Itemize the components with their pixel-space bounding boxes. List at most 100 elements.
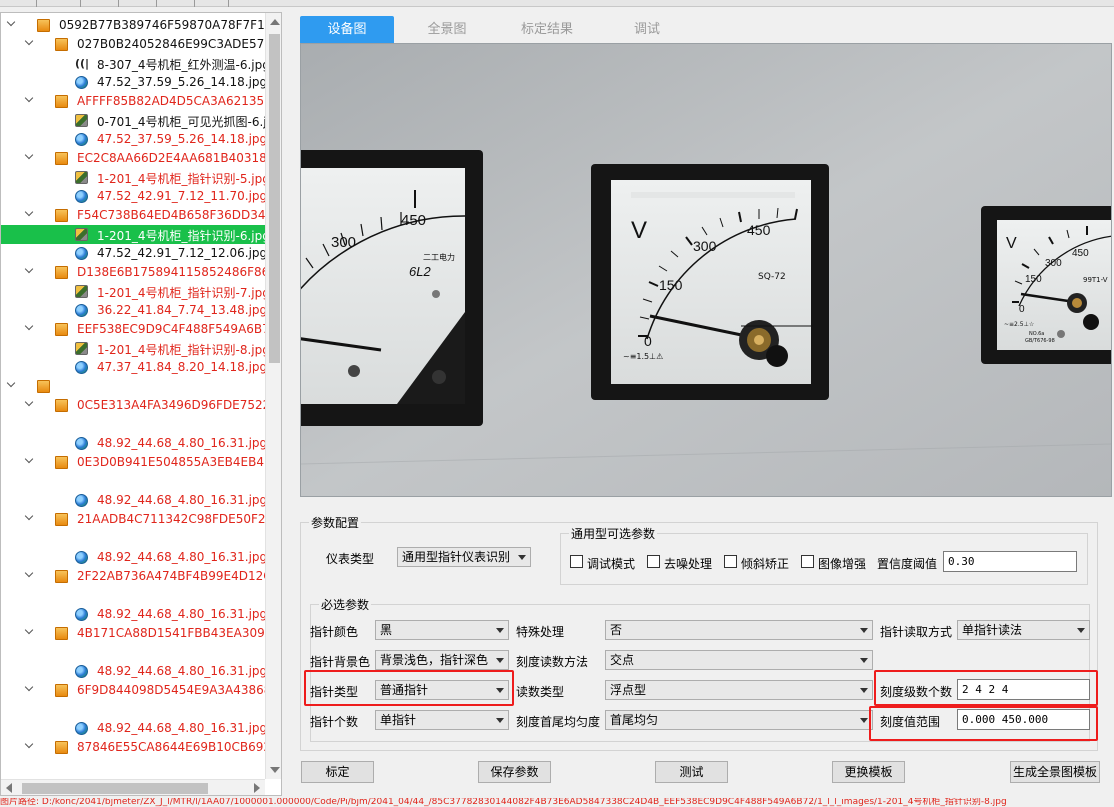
confidence-input[interactable] [943,551,1077,572]
tree-row[interactable]: 0C5E313A4FA3496D96FDE75228 [1,396,265,415]
scroll-up-icon[interactable] [270,19,280,25]
tree-row[interactable]: 47.37_41.84_8.20_14.18.jpg [1,358,265,377]
meter-type-select[interactable]: 通用型指针仪表识别 [397,547,531,567]
change-template-button[interactable]: 更换模板 [832,761,905,783]
tree-row[interactable]: 48.92_44.68_4.80_16.31.jpg [1,719,265,738]
bg-color-select[interactable]: 背景浅色，指针深色 [375,650,509,670]
tree-row[interactable]: 47.52_42.91_7.12_11.70.jpg [1,187,265,206]
scroll-thumb-horizontal[interactable] [22,783,208,794]
tree-row[interactable]: 36.22_41.84_7.74_13.48.jpg [1,301,265,320]
test-button[interactable]: 测试 [655,761,728,783]
tree-row[interactable]: 47.52_37.59_5.26_14.18.jpg [1,130,265,149]
tree-row[interactable]: 48.92_44.68_4.80_16.31.jpg [1,548,265,567]
tab-panorama[interactable]: 全景图 [400,16,494,43]
tree-row[interactable]: 48.92_44.68_4.80_16.31.jpg [1,491,265,510]
tree-row[interactable] [1,415,265,434]
reading-type-select[interactable]: 浮点型 [605,680,873,700]
globe-icon [75,722,88,735]
read-method-select[interactable]: 单指针读法 [957,620,1090,640]
chevron-down-icon [860,628,868,633]
tree-row[interactable]: 0-701_4号机柜_可见光抓图-6.jp [1,111,265,130]
right-meter-no: NO.6a [1029,331,1044,337]
tree-vertical-scrollbar[interactable] [265,13,281,779]
tree-row[interactable]: 6F9D844098D5454E9A3A438687 [1,681,265,700]
chevron-down-icon[interactable] [25,571,34,580]
tree-row[interactable] [1,586,265,605]
tree-row[interactable]: 21AADB4C711342C98FDE50F267 [1,510,265,529]
chevron-down-icon[interactable] [25,324,34,333]
tree-row[interactable]: 1-201_4号机柜_指针识别-5.jpg [1,168,265,187]
chevron-down-icon[interactable] [7,20,16,29]
denoise-checkbox[interactable] [647,555,660,568]
device-image-viewer[interactable]: 300 450 二工电力 6L2 V 0 150 300 450 SQ-72 ~… [300,43,1112,497]
tree-row[interactable]: 0592B77B389746F59870A78F7F1E21 [1,16,265,35]
tab-debug[interactable]: 调试 [600,16,694,43]
tree-row[interactable]: 87846E55CA8644E69B10CB692C [1,738,265,757]
chevron-down-icon[interactable] [25,514,34,523]
tree-row[interactable]: 48.92_44.68_4.80_16.31.jpg [1,434,265,453]
image-enhance-checkbox[interactable] [801,555,814,568]
image-enhance-label: 图像增强 [818,557,867,571]
scroll-left-icon[interactable] [6,783,12,793]
tab-calibration-result[interactable]: 标定结果 [500,16,594,43]
tree-row[interactable]: ((| 8-307_4号机柜_红外测温-6.jpg [1,54,265,73]
tab-device-image[interactable]: 设备图 [300,16,394,43]
tree-row[interactable]: F54C738B64ED4B658F36DD34D [1,206,265,225]
tree-row[interactable]: AFFFF85B82AD4D5CA3A62135DE [1,92,265,111]
tree-row[interactable]: 48.92_44.68_4.80_16.31.jpg [1,662,265,681]
tree-row-label: 1-201_4号机柜_指针识别-5.jpg [97,172,265,186]
chevron-down-icon[interactable] [25,742,34,751]
tree-row[interactable]: 0E3D0B941E504855A3EB4EB4DF [1,453,265,472]
special-process-select[interactable]: 否 [605,620,873,640]
tree-row[interactable] [1,472,265,491]
tree-row[interactable] [1,377,265,396]
tree-row[interactable] [1,529,265,548]
pointer-color-label: 指针颜色 [310,625,359,639]
tree-row[interactable]: 4B171CA88D1541FBB43EA309A5 [1,624,265,643]
save-params-button[interactable]: 保存参数 [478,761,551,783]
folder-icon [55,456,68,469]
chevron-down-icon[interactable] [25,39,34,48]
generate-panorama-template-button[interactable]: 生成全景图模板 [1010,761,1100,783]
chevron-down-icon[interactable] [25,96,34,105]
image-path-status: 图片路径: D:/konc/2041/bjmeter/ZX_J_l/MTR/l/… [0,798,1007,807]
chevron-down-icon[interactable] [25,153,34,162]
tree-row[interactable] [1,643,265,662]
chevron-down-icon [860,688,868,693]
tree-row[interactable]: 2F22AB736A474BF4B99E4D12CA [1,567,265,586]
folder-icon [55,627,68,640]
calibrate-button[interactable]: 标定 [301,761,374,783]
tree-row[interactable]: EEF538EC9D9C4F488F549A6B72 [1,320,265,339]
tree-row[interactable]: 1-201_4号机柜_指针识别-6.jpg [1,225,265,244]
image-icon [75,171,88,184]
tree-row-label: 4B171CA88D1541FBB43EA309A5 [77,626,265,640]
chevron-down-icon[interactable] [25,400,34,409]
chevron-down-icon[interactable] [25,457,34,466]
tree-row[interactable]: 47.52_42.91_7.12_12.06.jpg [1,244,265,263]
chevron-down-icon[interactable] [25,210,34,219]
pointer-count-select[interactable]: 单指针 [375,710,509,730]
scroll-thumb[interactable] [269,34,280,363]
tree-row[interactable]: 47.52_37.59_5.26_14.18.jpg [1,73,265,92]
pointer-color-select[interactable]: 黑 [375,620,509,640]
uniformity-select[interactable]: 首尾均匀 [605,710,873,730]
chevron-down-icon[interactable] [25,267,34,276]
scroll-down-icon[interactable] [270,767,280,773]
tree-row[interactable]: 1-201_4号机柜_指针识别-7.jpg [1,282,265,301]
debug-mode-checkbox[interactable] [570,555,583,568]
chevron-down-icon[interactable] [25,628,34,637]
tree-row[interactable]: 1-201_4号机柜_指针识别-8.jpg [1,339,265,358]
center-meter-tick-450: 450 [747,222,771,238]
tree-row[interactable]: 48.92_44.68_4.80_16.31.jpg [1,605,265,624]
tree-row[interactable]: 027B0B24052846E99C3ADE570C [1,35,265,54]
tree-horizontal-scrollbar[interactable] [1,779,265,795]
scroll-right-icon[interactable] [254,783,260,793]
tree-row[interactable]: D138E6B175894115852486F861E [1,263,265,282]
tilt-correct-checkbox[interactable] [724,555,737,568]
tree-row[interactable] [1,700,265,719]
chevron-down-icon[interactable] [25,685,34,694]
file-tree[interactable]: 0592B77B389746F59870A78F7F1E21 027B0B2405… [0,12,282,796]
tree-row[interactable]: EC2C8AA66D2E4AA681B4031840 [1,149,265,168]
chevron-down-icon[interactable] [7,381,16,390]
scale-method-select[interactable]: 交点 [605,650,873,670]
